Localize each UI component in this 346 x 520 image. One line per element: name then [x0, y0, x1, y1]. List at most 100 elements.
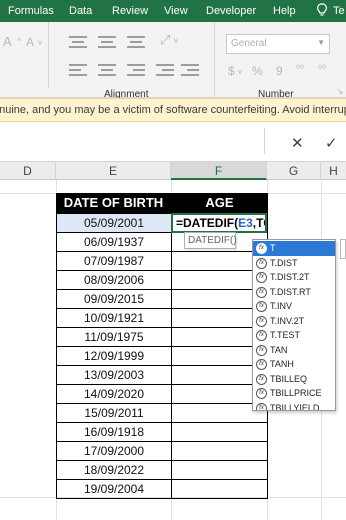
table-row: 12/09/1999 [56, 347, 268, 366]
function-icon: fx [256, 301, 267, 312]
increase-decimal-icon[interactable]: ⁰⁰ [296, 64, 304, 75]
table-row: 14/09/2020 [56, 385, 268, 404]
cancel-icon[interactable]: ✕ [291, 134, 304, 152]
percent-button[interactable]: % [252, 64, 263, 78]
autocomplete-item[interactable]: fx TBILLPRICE [253, 386, 335, 401]
menu-bar: Formulas Data Review View Developer Help… [0, 0, 346, 22]
warning-text: enuine, and you may be a victim of softw… [0, 104, 346, 116]
autocomplete-item[interactable]: fx T.INV [253, 299, 335, 314]
column-header-e[interactable]: E [56, 162, 171, 180]
column-header-g[interactable]: G [267, 162, 321, 180]
autocomplete-item[interactable]: fx T.TEST [253, 328, 335, 343]
font-up-caret: ^ [17, 36, 22, 46]
table-row: 19/09/2004 [56, 480, 268, 499]
column-header-d[interactable]: D [0, 162, 56, 180]
autocomplete-item[interactable]: fx TAN [253, 343, 335, 358]
autocomplete-item[interactable]: fx TANH [253, 357, 335, 372]
align-middle-icon[interactable] [97, 34, 116, 48]
active-formula-cell[interactable]: =DATEDIF(E3,TO [171, 213, 267, 233]
date-cell[interactable]: 06/09/1937 [57, 233, 172, 251]
function-icon: fx [256, 315, 267, 327]
header-age[interactable]: AGE [171, 195, 268, 210]
table-row: 07/09/1987 [56, 252, 268, 271]
orientation-icon[interactable]: ⤢ [160, 32, 170, 48]
lightbulb-icon[interactable] [316, 3, 328, 17]
function-icon: fx [256, 257, 267, 269]
column-header-h[interactable]: H [321, 162, 346, 180]
date-cell[interactable]: 19/09/2004 [57, 480, 172, 498]
menu-view[interactable]: View [164, 5, 188, 17]
formula-prefix: =DATEDIF( [176, 216, 239, 230]
age-cell[interactable] [172, 461, 268, 479]
function-autocomplete-list[interactable]: fx T fx T.DIST fx T.DIST.2T fx T.DIST.RT fx T… [252, 239, 336, 411]
comma-style-button[interactable]: 9 [276, 64, 283, 78]
autocomplete-item[interactable]: fx T.DIST.2T [253, 270, 335, 285]
age-cell[interactable] [172, 480, 268, 498]
autocomplete-item[interactable]: fx TBILLYIELD [253, 401, 335, 411]
align-center-icon[interactable] [97, 62, 116, 76]
date-cell[interactable]: 11/09/1975 [57, 328, 172, 346]
number-dialog-launcher-icon[interactable]: ↘ [336, 86, 344, 97]
increase-font-button[interactable]: A [3, 34, 12, 49]
autocomplete-item-label: TBILLYIELD [270, 402, 320, 411]
date-cell[interactable]: 07/09/1987 [57, 252, 172, 270]
date-cell[interactable]: 14/09/2020 [57, 385, 172, 403]
table-header-row: DATE OF BIRTH AGE [56, 193, 268, 214]
table-row: 17/09/2000 [56, 442, 268, 461]
table-row: 13/09/2003 [56, 366, 268, 385]
license-warning-bar: enuine, and you may be a victim of softw… [0, 98, 346, 122]
age-cell[interactable] [172, 442, 268, 460]
date-cell[interactable]: 13/09/2003 [57, 366, 172, 384]
autocomplete-item[interactable]: fx T.INV.2T [253, 314, 335, 329]
autocomplete-item[interactable]: fx T.DIST [253, 256, 335, 271]
decrease-decimal-icon[interactable]: ⁰⁰ [318, 64, 326, 75]
function-icon: fx [256, 272, 267, 283]
number-format-value: General [231, 38, 267, 49]
enter-icon[interactable]: ✓ [325, 134, 338, 152]
menu-data[interactable]: Data [69, 5, 92, 17]
autocomplete-item[interactable]: fx TBILLEQ [253, 372, 335, 387]
column-header-f[interactable]: F [171, 162, 267, 180]
indent-icon[interactable] [155, 62, 174, 76]
header-date-of-birth[interactable]: DATE OF BIRTH [56, 195, 171, 210]
table-row: 15/09/2011 [56, 404, 268, 423]
currency-icon[interactable]: $ [228, 64, 235, 78]
font-down-caret: v [38, 38, 42, 47]
decrease-font-button[interactable]: A [26, 35, 34, 49]
formula-bar-separator [264, 128, 265, 154]
date-cell[interactable]: 09/09/2015 [57, 290, 172, 308]
date-cell[interactable]: 16/09/1918 [57, 423, 172, 441]
date-cell[interactable]: 05/09/2001 [57, 214, 172, 232]
menu-tell-me[interactable]: Te [333, 5, 345, 17]
date-cell[interactable]: 15/09/2011 [57, 404, 172, 422]
date-cell[interactable]: 10/09/1921 [57, 309, 172, 327]
align-bottom-icon[interactable] [126, 34, 145, 48]
date-cell[interactable]: 18/09/2022 [57, 461, 172, 479]
date-cell[interactable]: 17/09/2000 [57, 442, 172, 460]
number-format-select[interactable]: General ▼ [226, 34, 330, 54]
menu-review[interactable]: Review [112, 5, 148, 17]
function-icon: fx [256, 388, 267, 399]
age-cell[interactable] [172, 423, 268, 441]
date-cell[interactable]: 12/09/1999 [57, 347, 172, 365]
autocomplete-item-label: TANH [270, 359, 294, 369]
align-right-icon[interactable] [126, 62, 145, 76]
align-left-icon[interactable] [68, 62, 87, 76]
align-top-icon[interactable] [68, 34, 87, 48]
menu-help[interactable]: Help [273, 5, 296, 17]
ribbon-separator [214, 22, 215, 98]
autocomplete-item-label: TBILLPRICE [270, 388, 322, 398]
ribbon-separator [48, 22, 49, 88]
function-icon: fx [256, 243, 267, 254]
table-row: 09/09/2015 [56, 290, 268, 309]
autocomplete-item-label: T.DIST.2T [270, 272, 310, 282]
menu-formulas[interactable]: Formulas [8, 5, 54, 17]
date-cell[interactable]: 08/09/2006 [57, 271, 172, 289]
outdent-icon[interactable] [180, 62, 199, 76]
autocomplete-item[interactable]: fx T.DIST.RT [253, 285, 335, 300]
menu-developer[interactable]: Developer [206, 5, 256, 17]
function-signature-tooltip[interactable]: DATEDIF() [184, 232, 237, 249]
table-row: 08/09/2006 [56, 271, 268, 290]
orientation-caret-icon: v [174, 36, 178, 45]
autocomplete-item[interactable]: fx T [253, 241, 335, 256]
